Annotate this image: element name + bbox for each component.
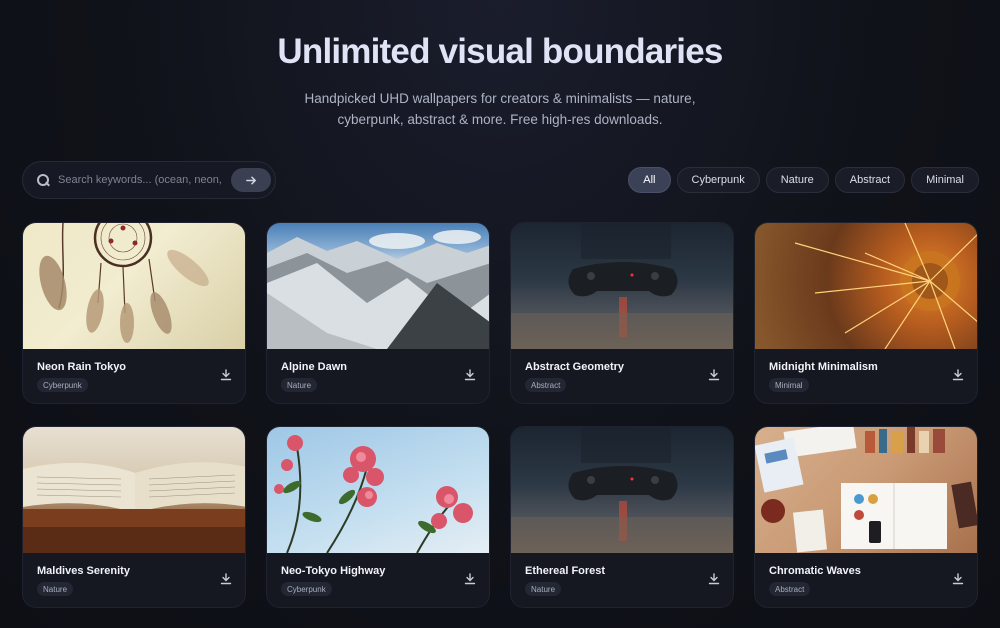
- category-tag: Nature: [37, 582, 74, 596]
- arrow-right-icon: [245, 176, 256, 184]
- category-filters: All Cyberpunk Nature Abstract Minimal: [628, 167, 979, 193]
- download-icon[interactable]: [220, 369, 232, 381]
- filter-minimal[interactable]: Minimal: [911, 167, 979, 193]
- card-title: Maldives Serenity: [37, 565, 130, 577]
- search-bar: [22, 161, 276, 199]
- filter-nature[interactable]: Nature: [765, 167, 829, 193]
- wallpaper-card[interactable]: Ethereal Forest Nature: [510, 426, 734, 608]
- download-icon[interactable]: [464, 369, 476, 381]
- card-title: Midnight Minimalism: [769, 361, 878, 373]
- wallpaper-thumbnail-game-controller[interactable]: [511, 223, 733, 349]
- card-title: Neon Rain Tokyo: [37, 361, 127, 373]
- wallpaper-grid: Neon Rain Tokyo Cyberpunk Alpine Dawn Na…: [22, 222, 979, 608]
- download-icon[interactable]: [708, 573, 720, 585]
- filter-abstract[interactable]: Abstract: [834, 167, 906, 193]
- search-input[interactable]: [58, 174, 224, 186]
- wallpaper-card[interactable]: Chromatic Waves Abstract: [754, 426, 978, 608]
- search-submit-button[interactable]: [231, 168, 271, 192]
- wallpaper-thumbnail-snowy-mountains[interactable]: [267, 223, 489, 349]
- wallpaper-card[interactable]: Midnight Minimalism Minimal: [754, 222, 978, 404]
- card-title: Alpine Dawn: [281, 361, 348, 373]
- category-tag: Cyberpunk: [281, 582, 332, 596]
- download-icon[interactable]: [464, 573, 476, 585]
- filter-all[interactable]: All: [628, 167, 671, 193]
- wallpaper-card[interactable]: Neo-Tokyo Highway Cyberpunk: [266, 426, 490, 608]
- download-icon[interactable]: [708, 369, 720, 381]
- wallpaper-card[interactable]: Alpine Dawn Nature: [266, 222, 490, 404]
- category-tag: Cyberpunk: [37, 378, 88, 392]
- category-tag: Abstract: [525, 378, 567, 392]
- download-icon[interactable]: [952, 369, 964, 381]
- page-subtitle: Handpicked UHD wallpapers for creators &…: [304, 91, 696, 127]
- category-tag: Abstract: [769, 582, 811, 596]
- wallpaper-thumbnail-open-book[interactable]: [23, 427, 245, 553]
- card-title: Chromatic Waves: [769, 565, 861, 577]
- filter-cyberpunk[interactable]: Cyberpunk: [676, 167, 760, 193]
- search-icon: [36, 173, 50, 187]
- wallpaper-thumbnail-pink-flowers[interactable]: [267, 427, 489, 553]
- category-tag: Minimal: [769, 378, 809, 392]
- category-tag: Nature: [281, 378, 318, 392]
- wallpaper-thumbnail-cactus-spines[interactable]: [755, 223, 977, 349]
- wallpaper-card[interactable]: Neon Rain Tokyo Cyberpunk: [22, 222, 246, 404]
- wallpaper-thumbnail-designer-desk[interactable]: [755, 427, 977, 553]
- wallpaper-thumbnail-dreamcatcher[interactable]: [23, 223, 245, 349]
- wallpaper-thumbnail-game-controller[interactable]: [511, 427, 733, 553]
- card-title: Ethereal Forest: [525, 565, 606, 577]
- wallpaper-card[interactable]: Abstract Geometry Abstract: [510, 222, 734, 404]
- card-title: Neo-Tokyo Highway: [281, 565, 386, 577]
- download-icon[interactable]: [952, 573, 964, 585]
- wallpaper-card[interactable]: Maldives Serenity Nature: [22, 426, 246, 608]
- page-title: Unlimited visual boundaries: [277, 32, 723, 71]
- download-icon[interactable]: [220, 573, 232, 585]
- category-tag: Nature: [525, 582, 562, 596]
- card-title: Abstract Geometry: [525, 361, 625, 373]
